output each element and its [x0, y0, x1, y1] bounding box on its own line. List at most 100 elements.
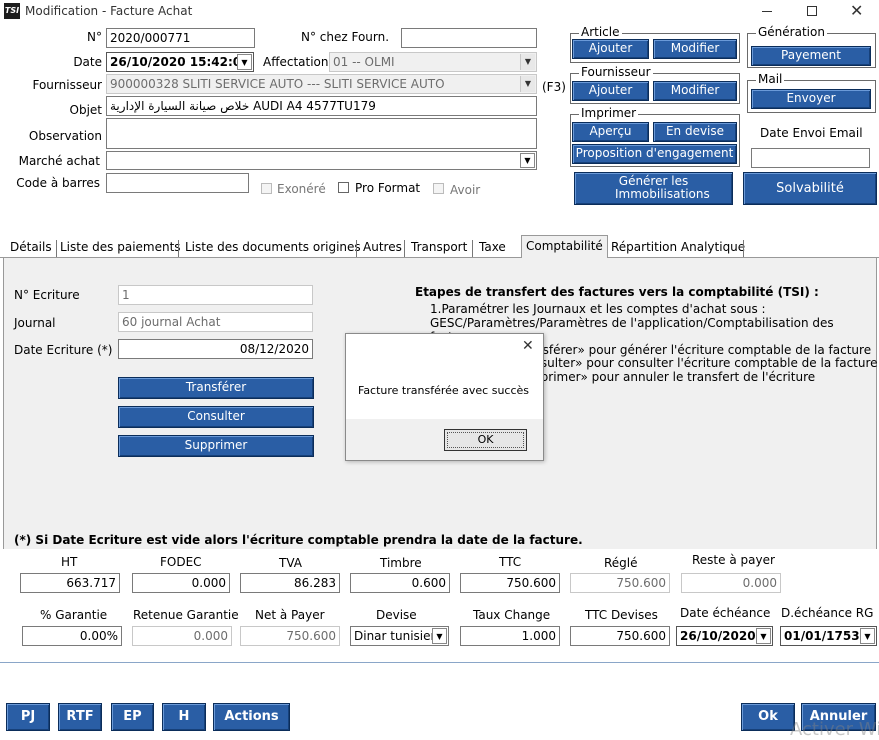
- avoir-label: Avoir: [450, 183, 481, 197]
- transferer-button[interactable]: Transférer: [118, 377, 314, 399]
- reste-label: Reste à payer: [692, 553, 775, 567]
- ep-button[interactable]: EP: [111, 703, 154, 731]
- date-envoi-label: Date Envoi Email: [760, 126, 863, 140]
- regle-field[interactable]: 750.600: [570, 573, 670, 593]
- tab-comptabilite[interactable]: Comptabilité: [521, 235, 608, 258]
- proformat-checkbox[interactable]: [338, 182, 349, 193]
- date-field[interactable]: 26/10/2020 15:42:0 ▼: [106, 52, 254, 72]
- retenue-field[interactable]: 0.000: [132, 626, 232, 646]
- journal-field[interactable]: 60 journal Achat: [118, 312, 313, 332]
- ht-field[interactable]: 663.717: [20, 573, 120, 593]
- fournisseur-label: Fournisseur: [32, 78, 102, 92]
- date-label: Date: [73, 55, 102, 69]
- exonere-checkbox[interactable]: [261, 183, 272, 194]
- generation-group-title: Génération: [756, 25, 827, 39]
- taux-label: Taux Change: [473, 608, 551, 622]
- proposition-button[interactable]: Proposition d'engagement: [572, 144, 737, 164]
- solvabilite-button[interactable]: Solvabilité: [743, 172, 877, 205]
- affectation-select[interactable]: 01 -- OLMI ▼: [329, 52, 537, 72]
- dialog-ok-button[interactable]: OK: [444, 429, 527, 451]
- ttc-devises-label: TTC Devises: [585, 608, 658, 622]
- date-ecriture-field[interactable]: 08/12/2020: [118, 339, 313, 359]
- objet-field[interactable]: خلاص صيانة السيارة الإدارية AUDI A4 4577…: [106, 96, 537, 116]
- fournisseur-value: 900000328 SLITI SERVICE AUTO --- SLITI S…: [110, 77, 445, 91]
- title-bar: TSI Modification - Facture Achat ✕: [0, 0, 879, 24]
- chevron-down-icon[interactable]: ▼: [520, 76, 535, 92]
- fournisseur-select[interactable]: 900000328 SLITI SERVICE AUTO --- SLITI S…: [106, 74, 537, 94]
- timbre-field[interactable]: 0.600: [350, 573, 450, 593]
- tab-taxe[interactable]: Taxe: [476, 239, 509, 258]
- ttc-field[interactable]: 750.600: [460, 573, 560, 593]
- imprimer-group-title: Imprimer: [579, 106, 639, 120]
- dialog-close-icon[interactable]: ✕: [522, 338, 534, 354]
- ecriture-field[interactable]: 1: [118, 285, 313, 305]
- minimize-icon[interactable]: [762, 11, 772, 12]
- devise-select[interactable]: Dinar tunisien ▼: [350, 626, 449, 646]
- generer-immobilisations-button[interactable]: Générer les Immobilisations: [574, 172, 733, 205]
- taux-field[interactable]: 1.000: [460, 626, 560, 646]
- garantie-field[interactable]: 0.00%: [22, 626, 122, 646]
- net-field[interactable]: 750.600: [240, 626, 340, 646]
- date-echeance-label: Date échéance: [680, 606, 771, 620]
- nchez-field[interactable]: [401, 28, 537, 48]
- ok-button[interactable]: Ok: [741, 703, 795, 731]
- reste-field[interactable]: 0.000: [681, 573, 781, 593]
- f3-hint: (F3): [542, 80, 566, 94]
- timbre-label: Timbre: [380, 556, 422, 570]
- fodec-field[interactable]: 0.000: [132, 573, 230, 593]
- payement-button[interactable]: Payement: [751, 46, 871, 66]
- chevron-down-icon[interactable]: ▼: [237, 54, 252, 70]
- date-echeance-field[interactable]: 26/10/2020 ▼: [676, 626, 773, 646]
- code-field[interactable]: [106, 173, 249, 193]
- date-envoi-field[interactable]: [751, 148, 870, 168]
- rtf-button[interactable]: RTF: [58, 703, 102, 731]
- chevron-down-icon[interactable]: ▼: [756, 628, 771, 644]
- chevron-down-icon[interactable]: ▼: [520, 54, 535, 70]
- date-echeance-rg-field[interactable]: 01/01/1753 ▼: [780, 626, 877, 646]
- actions-button[interactable]: Actions: [213, 703, 290, 731]
- chevron-down-icon[interactable]: ▼: [860, 628, 875, 644]
- tva-field[interactable]: 86.283: [240, 573, 340, 593]
- date-echeance-value: 26/10/2020: [680, 629, 756, 643]
- etape-1a: 1.Paramétrer les Journaux et les comptes…: [430, 302, 766, 316]
- dialog-message: Facture transférée avec succès: [358, 384, 530, 397]
- retenue-label: Retenue Garantie: [133, 608, 239, 622]
- tab-documents-origines[interactable]: Liste des documents origines: [182, 239, 364, 258]
- ttc-devises-field[interactable]: 750.600: [570, 626, 670, 646]
- tab-separator: [178, 240, 179, 257]
- tab-details[interactable]: Détails: [7, 239, 55, 258]
- tab-transport[interactable]: Transport: [408, 239, 470, 258]
- supprimer-button[interactable]: Supprimer: [118, 435, 314, 457]
- tab-separator: [472, 240, 473, 257]
- success-dialog: ✕ Facture transférée avec succès OK: [345, 333, 544, 461]
- consulter-button[interactable]: Consulter: [118, 406, 314, 428]
- envoyer-button[interactable]: Envoyer: [751, 89, 871, 109]
- h-button[interactable]: H: [162, 703, 206, 731]
- article-ajouter-button[interactable]: Ajouter: [572, 39, 649, 59]
- etape-1b: GESC/Paramètres/Paramètres de l'applicat…: [430, 316, 834, 330]
- article-modifier-button[interactable]: Modifier: [653, 39, 737, 59]
- numero-field[interactable]: 2020/000771: [106, 28, 255, 48]
- fournisseur-ajouter-button[interactable]: Ajouter: [572, 81, 649, 101]
- tab-paiements[interactable]: Liste des paiements: [57, 239, 184, 258]
- marche-select[interactable]: ▼: [106, 151, 537, 170]
- chevron-down-icon[interactable]: ▼: [520, 153, 535, 168]
- apercu-button[interactable]: Aperçu: [572, 122, 649, 142]
- divider: [0, 662, 879, 663]
- endevise-button[interactable]: En devise: [653, 122, 737, 142]
- garantie-label: % Garantie: [40, 608, 108, 622]
- tab-repartition[interactable]: Répartition Analytique: [608, 239, 748, 258]
- observation-field[interactable]: [106, 118, 537, 149]
- tab-autres[interactable]: Autres: [360, 239, 405, 258]
- activation-watermark: Activer Wi: [790, 719, 879, 740]
- chevron-down-icon[interactable]: ▼: [432, 628, 447, 644]
- close-icon[interactable]: ✕: [850, 1, 863, 20]
- fournisseur-modifier-button[interactable]: Modifier: [653, 81, 737, 101]
- devise-label: Devise: [376, 608, 417, 622]
- affectation-value: 01 -- OLMI: [333, 55, 395, 69]
- pj-button[interactable]: PJ: [6, 703, 50, 731]
- regle-label: Réglé: [604, 556, 638, 570]
- ht-label: HT: [61, 555, 78, 569]
- maximize-icon[interactable]: [807, 6, 817, 16]
- avoir-checkbox[interactable]: [433, 183, 444, 194]
